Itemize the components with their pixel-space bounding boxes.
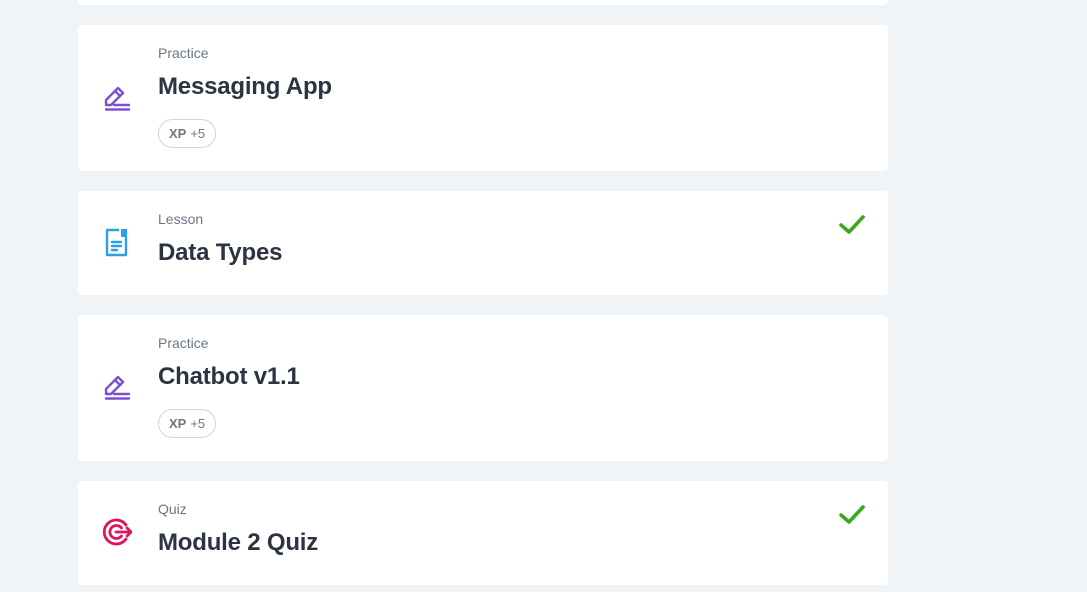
item-kind: Practice: [158, 335, 209, 351]
xp-badge: XP +5: [158, 409, 217, 438]
list-item-data-types[interactable]: Lesson Data Types: [78, 191, 888, 295]
item-kind: Lesson: [158, 211, 204, 227]
target-icon: [102, 517, 132, 547]
item-kind: Practice: [158, 45, 209, 61]
xp-value: +5: [190, 416, 206, 431]
xp-value: +5: [190, 126, 206, 141]
pencil-icon: [102, 83, 132, 113]
checkmark-icon: [838, 213, 866, 237]
previous-item-card[interactable]: [78, 0, 888, 5]
item-title: Messaging App: [158, 73, 332, 100]
document-icon: [102, 227, 132, 257]
item-kind: Quiz: [158, 501, 187, 517]
item-title: Chatbot v1.1: [158, 363, 300, 390]
list-item-chatbot[interactable]: Practice Chatbot v1.1 XP +5: [78, 315, 888, 461]
pencil-icon: [102, 372, 132, 402]
list-item-messaging-app[interactable]: Practice Messaging App XP +5: [78, 25, 888, 171]
item-title: Data Types: [158, 239, 283, 266]
list-item-module-2-quiz[interactable]: Quiz Module 2 Quiz: [78, 481, 888, 585]
item-title: Module 2 Quiz: [158, 529, 319, 556]
checkmark-icon: [838, 503, 866, 527]
xp-badge: XP +5: [158, 119, 217, 148]
xp-label: XP: [169, 126, 187, 141]
xp-label: XP: [169, 416, 187, 431]
